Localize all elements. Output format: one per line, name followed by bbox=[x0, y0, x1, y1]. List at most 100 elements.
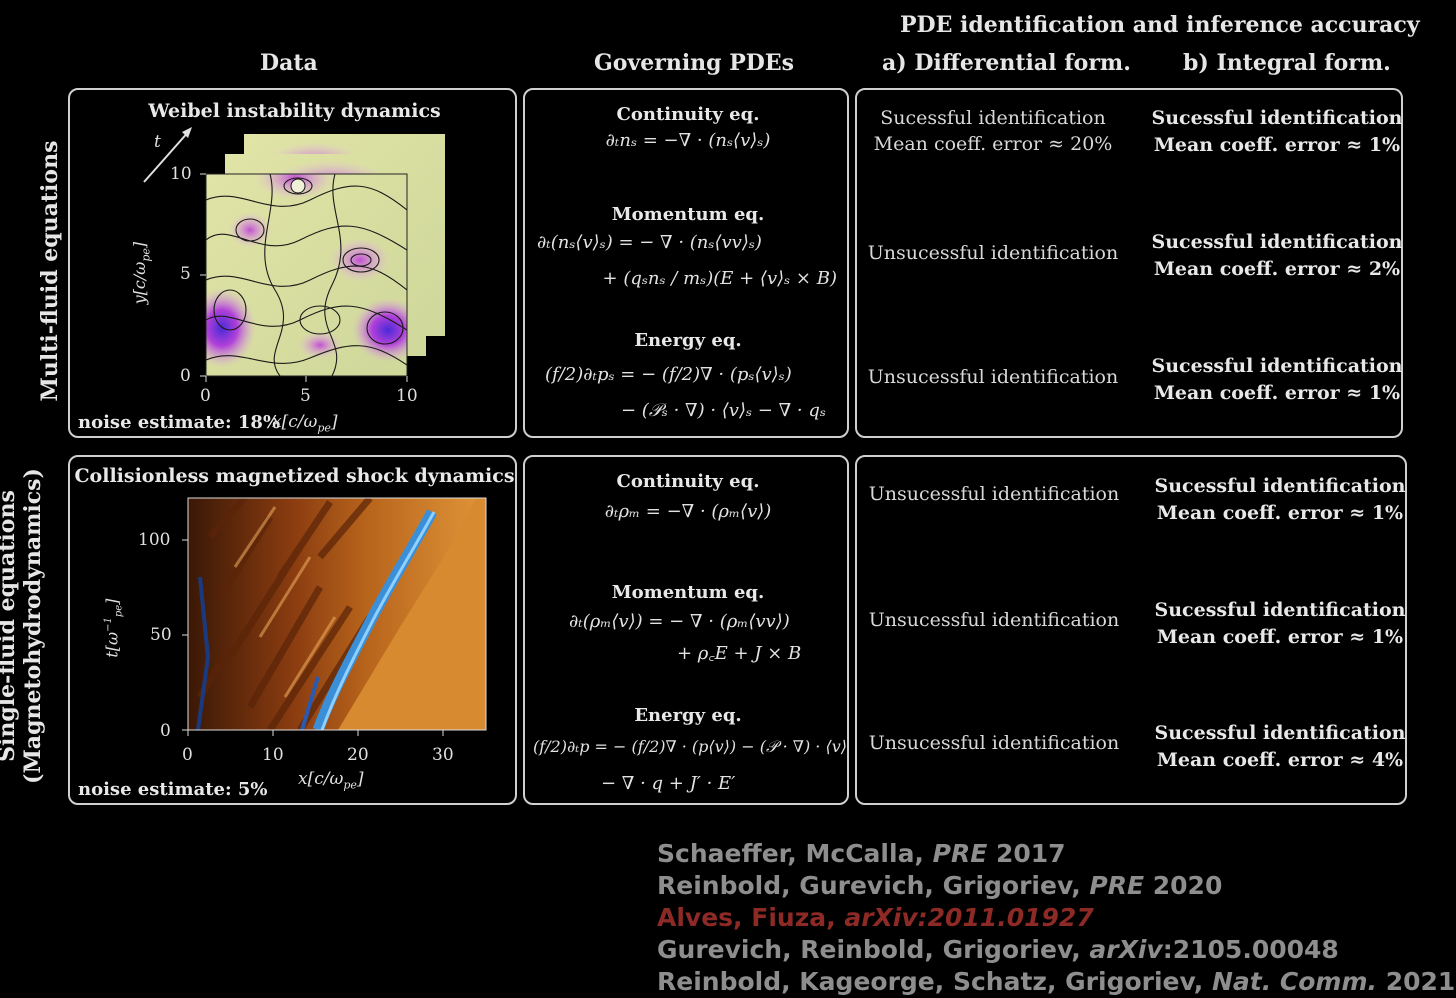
integral-result: Sucessful identification bbox=[1151, 355, 1403, 377]
differential-result: Unsucessful identification bbox=[867, 242, 1119, 264]
equation-line: (f/2)∂ₜp = − (f/2)∇ · (p⟨v⟩) − (𝒫 · ∇) ·… bbox=[533, 737, 847, 756]
y-tick-label: 0 bbox=[180, 366, 191, 386]
x-tick-label: 10 bbox=[262, 745, 284, 765]
reference-line: Reinbold, Kageorge, Schatz, Grigoriev, N… bbox=[657, 966, 1455, 998]
equation-line: ∂ₜnₛ = −∇ · (nₛ⟨v⟩ₛ) bbox=[605, 130, 771, 151]
x-axis-sub: pe bbox=[317, 421, 331, 435]
differential-error: Mean coeff. error ≈ 20% bbox=[873, 133, 1113, 155]
equation-line: − ∇ · q + J′ · E′ bbox=[601, 773, 736, 794]
equations-panel-single-fluid: Continuity eq. ∂ₜρₘ = −∇ · (ρₘ⟨v⟩) Momen… bbox=[523, 455, 849, 805]
ref-authors: Alves, Fiuza, bbox=[657, 903, 845, 932]
ref-journal: PRE bbox=[932, 839, 988, 868]
equation-title: Continuity eq. bbox=[616, 471, 760, 492]
equation-line: − (𝒫ₛ · ∇) · ⟨v⟩ₛ − ∇ · qₛ bbox=[621, 400, 826, 421]
x-axis-text: x[c/ω bbox=[298, 769, 344, 789]
column-header-differential: a) Differential form. bbox=[882, 50, 1131, 76]
data-panel-shock: Collisionless magnetized shock dynamics bbox=[68, 455, 517, 805]
y-tick-label: 10 bbox=[170, 164, 192, 184]
ref-journal: arXiv:2011.01927 bbox=[844, 903, 1094, 932]
y-axis-end: ] bbox=[130, 241, 150, 249]
field-blob bbox=[330, 238, 390, 282]
x-tick-label: 0 bbox=[200, 386, 211, 406]
y-axis-label: y[c/ωpe] bbox=[130, 242, 152, 305]
x-axis-sub: pe bbox=[343, 778, 357, 792]
y-axis-end: ] bbox=[102, 598, 122, 605]
ref-authors: Schaeffer, McCalla, bbox=[657, 839, 933, 868]
section-title: PDE identification and inference accurac… bbox=[900, 12, 1420, 38]
equation-title: Momentum eq. bbox=[611, 204, 765, 225]
equation-line: ∂ₜρₘ = −∇ · (ρₘ⟨v⟩) bbox=[604, 501, 772, 522]
x-axis-text: x[c/ω bbox=[272, 412, 318, 432]
noise-estimate: noise estimate: 5% bbox=[78, 779, 268, 800]
vortex-core bbox=[290, 178, 306, 194]
equation-line: + ρ꜀E + J × B bbox=[677, 643, 802, 664]
results-panel-single-fluid: Unsucessful identification Unsucessful i… bbox=[855, 455, 1407, 805]
x-tick-label: 30 bbox=[432, 745, 454, 765]
equation-line: ∂ₜ(ρₘ⟨v⟩) = − ∇ · (ρₘ⟨vv⟩) bbox=[569, 611, 790, 632]
column-header-data: Data bbox=[260, 50, 318, 76]
t-axis-label: t bbox=[154, 132, 161, 152]
x-tick-label: 10 bbox=[396, 386, 418, 406]
y-tick-label: 0 bbox=[160, 721, 171, 741]
y-axis-sub: pe bbox=[113, 604, 125, 618]
differential-result: Unsucessful identification bbox=[868, 483, 1120, 505]
equation-title: Energy eq. bbox=[634, 330, 742, 351]
ref-authors: Reinbold, Kageorge, Schatz, Grigoriev, bbox=[657, 967, 1212, 996]
y-tick-label: 5 bbox=[180, 264, 191, 284]
data-panel-weibel: Weibel instability dynamics t 0 5 10 0 5… bbox=[68, 88, 517, 438]
ref-journal: arXiv bbox=[1089, 935, 1163, 964]
equation-line: (f/2)∂ₜpₛ = − (f/2)∇ · (pₛ⟨v⟩ₛ) bbox=[545, 364, 792, 385]
integral-error: Mean coeff. error ≈ 4% bbox=[1156, 749, 1404, 771]
reference-line-highlighted: Alves, Fiuza, arXiv:2011.01927 bbox=[657, 902, 1455, 934]
ref-year: :2105.00048 bbox=[1162, 935, 1339, 964]
equation-line: ∂ₜ(nₛ⟨v⟩ₛ) = − ∇ · (nₛ⟨vv⟩ₛ) bbox=[537, 232, 762, 253]
y-axis-text: y[c/ω bbox=[130, 261, 150, 305]
ref-authors: Reinbold, Gurevich, Grigoriev, bbox=[657, 871, 1090, 900]
integral-error: Mean coeff. error ≈ 1% bbox=[1156, 626, 1404, 648]
reference-line: Reinbold, Gurevich, Grigoriev, PRE 2020 bbox=[657, 870, 1455, 902]
x-tick-label: 20 bbox=[347, 745, 369, 765]
ref-year: 2021 bbox=[1377, 967, 1456, 996]
x-axis-end: ] bbox=[356, 769, 364, 789]
ref-year: 2017 bbox=[987, 839, 1066, 868]
x-axis-label: x[c/ωpe] bbox=[298, 769, 364, 791]
row-label-multi-fluid: Multi-fluid equations bbox=[37, 140, 63, 402]
integral-result: Sucessful identification bbox=[1151, 231, 1403, 253]
row-label-line-1: Single-fluid equations bbox=[0, 490, 20, 762]
results-panel-multi-fluid: Sucessful identification Mean coeff. err… bbox=[855, 88, 1403, 438]
x-tick-label: 0 bbox=[182, 745, 193, 765]
noise-estimate: noise estimate: 18% bbox=[78, 412, 281, 433]
y-axis-label: t[ω−1pe] bbox=[102, 599, 124, 658]
equation-title: Momentum eq. bbox=[611, 582, 765, 603]
column-header-governing: Governing PDEs bbox=[594, 50, 794, 76]
integral-error: Mean coeff. error ≈ 2% bbox=[1153, 258, 1401, 280]
differential-result: Unsucessful identification bbox=[867, 366, 1119, 388]
ref-journal: PRE bbox=[1089, 871, 1145, 900]
equation-title: Continuity eq. bbox=[616, 104, 760, 125]
integral-result: Sucessful identification bbox=[1154, 475, 1406, 497]
differential-result: Unsucessful identification bbox=[868, 609, 1120, 631]
field-blob bbox=[298, 331, 342, 359]
equations-panel-multi-fluid: Continuity eq. ∂ₜnₛ = −∇ · (nₛ⟨v⟩ₛ) Mome… bbox=[523, 88, 849, 438]
reference-line: Schaeffer, McCalla, PRE 2017 bbox=[657, 838, 1455, 870]
y-tick-label: 50 bbox=[150, 625, 172, 645]
x-tick-label: 5 bbox=[300, 386, 311, 406]
integral-error: Mean coeff. error ≈ 1% bbox=[1153, 382, 1401, 404]
integral-error: Mean coeff. error ≈ 1% bbox=[1153, 134, 1401, 156]
y-axis-sub: pe bbox=[139, 248, 153, 262]
y-axis-text: t[ω bbox=[102, 631, 122, 658]
y-tick-label: 100 bbox=[138, 530, 171, 550]
column-header-integral: b) Integral form. bbox=[1183, 50, 1391, 76]
integral-error: Mean coeff. error ≈ 1% bbox=[1156, 502, 1404, 524]
row-label-single-fluid: Single-fluid equations (Magnetohydrodyna… bbox=[0, 466, 46, 786]
equation-title: Energy eq. bbox=[634, 705, 742, 726]
equation-line: + (qₛnₛ / mₛ)(E + ⟨v⟩ₛ × B) bbox=[602, 268, 837, 289]
x-axis-end: ] bbox=[330, 412, 338, 432]
integral-result: Sucessful identification bbox=[1154, 722, 1406, 744]
references: Schaeffer, McCalla, PRE 2017 Reinbold, G… bbox=[657, 838, 1455, 998]
row-label-line-2: (Magnetohydrodynamics) bbox=[20, 468, 46, 784]
differential-result: Sucessful identification bbox=[880, 107, 1106, 129]
x-axis-label: x[c/ωpe] bbox=[272, 412, 338, 434]
differential-result: Unsucessful identification bbox=[868, 732, 1120, 754]
integral-result: Sucessful identification bbox=[1151, 107, 1403, 129]
